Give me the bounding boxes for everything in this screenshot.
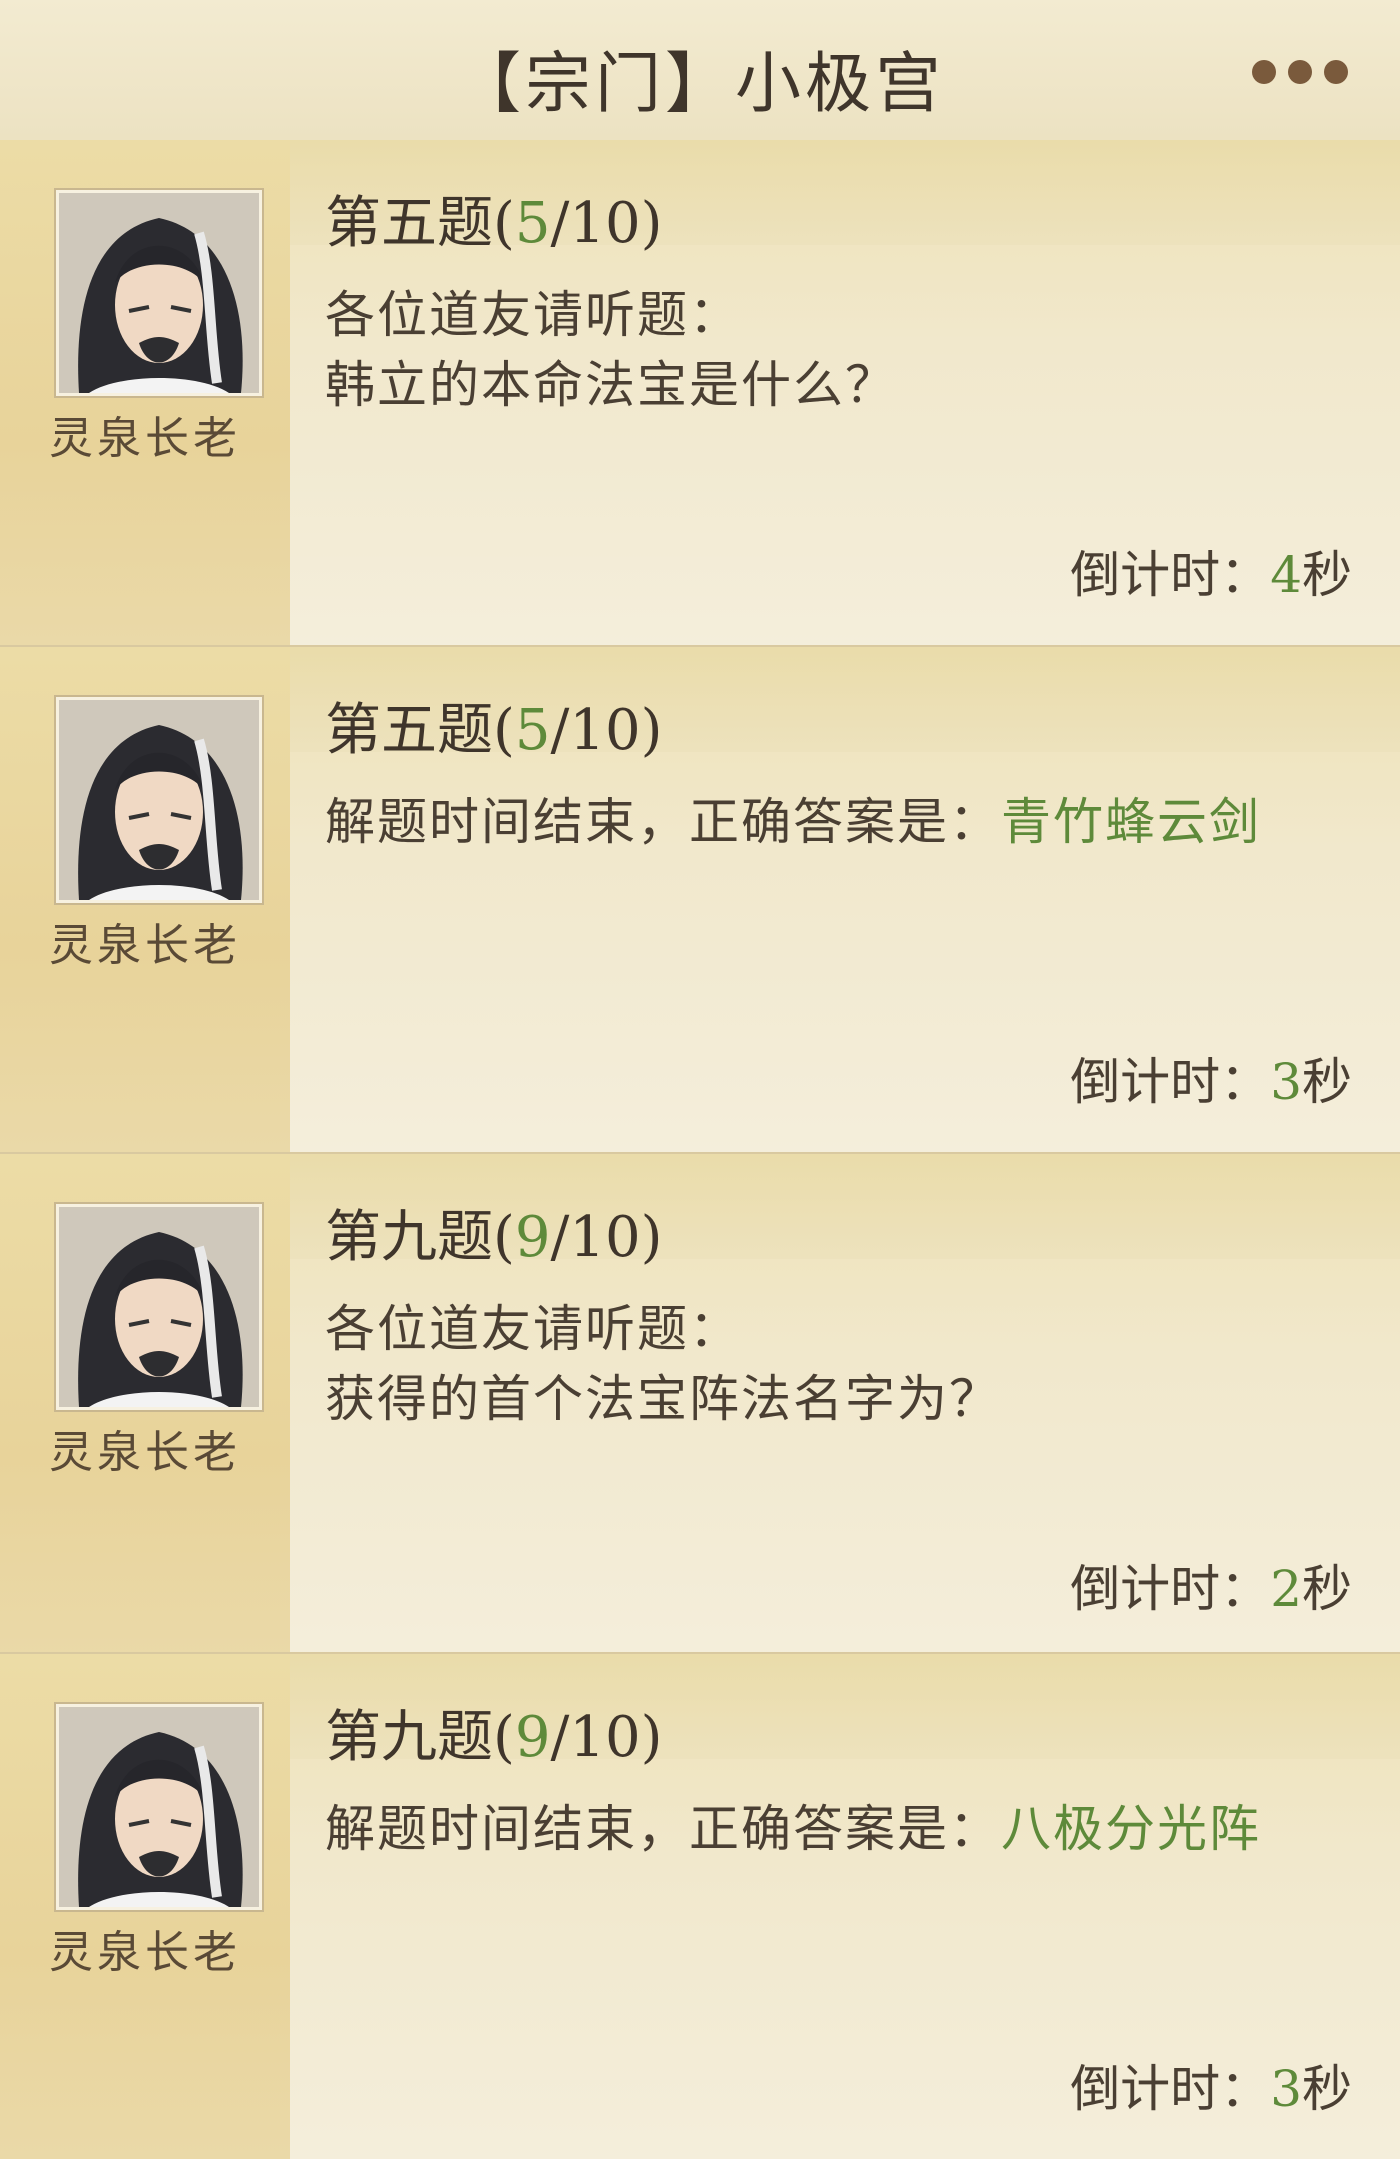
npc-avatar[interactable] [56, 697, 262, 903]
question-title: 第九题(9/10) [325, 1205, 663, 1270]
chat-message: 灵泉长老 第五题(5/10) 各位道友请听题： 韩立的本命法宝是什么？ 倒计时：… [0, 140, 1400, 645]
elder-portrait-icon [59, 1707, 259, 1907]
dot-icon [1324, 60, 1348, 84]
question-index: 5 [514, 698, 551, 763]
channel-title: 【宗门】小极宫 [455, 45, 945, 122]
question-title: 第五题(5/10) [325, 698, 663, 763]
countdown: 倒计时：4秒 [1070, 546, 1352, 604]
more-options-button[interactable] [1252, 60, 1348, 84]
dot-icon [1288, 60, 1312, 84]
elder-portrait-icon [59, 1207, 259, 1407]
question-text: 各位道友请听题： 获得的首个法宝阵法名字为？ [325, 1300, 1001, 1428]
answer-text: 解题时间结束，正确答案是：青竹蜂云剑 [325, 793, 1261, 851]
countdown: 倒计时：3秒 [1070, 2060, 1352, 2118]
npc-name: 灵泉长老 [49, 920, 241, 971]
correct-answer: 青竹蜂云剑 [1001, 793, 1261, 851]
question-index: 5 [514, 191, 551, 256]
chat-message: 灵泉长老 第九题(9/10) 解题时间结束，正确答案是：八极分光阵 倒计时：3秒 [0, 1654, 1400, 2159]
elder-portrait-icon [59, 193, 259, 393]
correct-answer: 八极分光阵 [1001, 1800, 1261, 1858]
dot-icon [1252, 60, 1276, 84]
npc-avatar[interactable] [56, 1204, 262, 1410]
countdown: 倒计时：3秒 [1070, 1053, 1352, 1111]
question-title: 第五题(5/10) [325, 191, 663, 256]
chat-message: 灵泉长老 第五题(5/10) 解题时间结束，正确答案是：青竹蜂云剑 倒计时：3秒 [0, 647, 1400, 1152]
answer-text: 解题时间结束，正确答案是：八极分光阵 [325, 1800, 1261, 1858]
npc-name: 灵泉长老 [49, 1927, 241, 1978]
chat-header: 【宗门】小极宫 [0, 0, 1400, 140]
countdown: 倒计时：2秒 [1070, 1560, 1352, 1618]
npc-avatar[interactable] [56, 1704, 262, 1910]
npc-avatar[interactable] [56, 190, 262, 396]
question-index: 9 [514, 1705, 551, 1770]
npc-name: 灵泉长老 [49, 1427, 241, 1478]
npc-name: 灵泉长老 [49, 413, 241, 464]
elder-portrait-icon [59, 700, 259, 900]
chat-message: 灵泉长老 第九题(9/10) 各位道友请听题： 获得的首个法宝阵法名字为？ 倒计… [0, 1154, 1400, 1659]
question-index: 9 [514, 1205, 551, 1270]
question-title: 第九题(9/10) [325, 1705, 663, 1770]
question-text: 各位道友请听题： 韩立的本命法宝是什么？ [325, 286, 897, 414]
